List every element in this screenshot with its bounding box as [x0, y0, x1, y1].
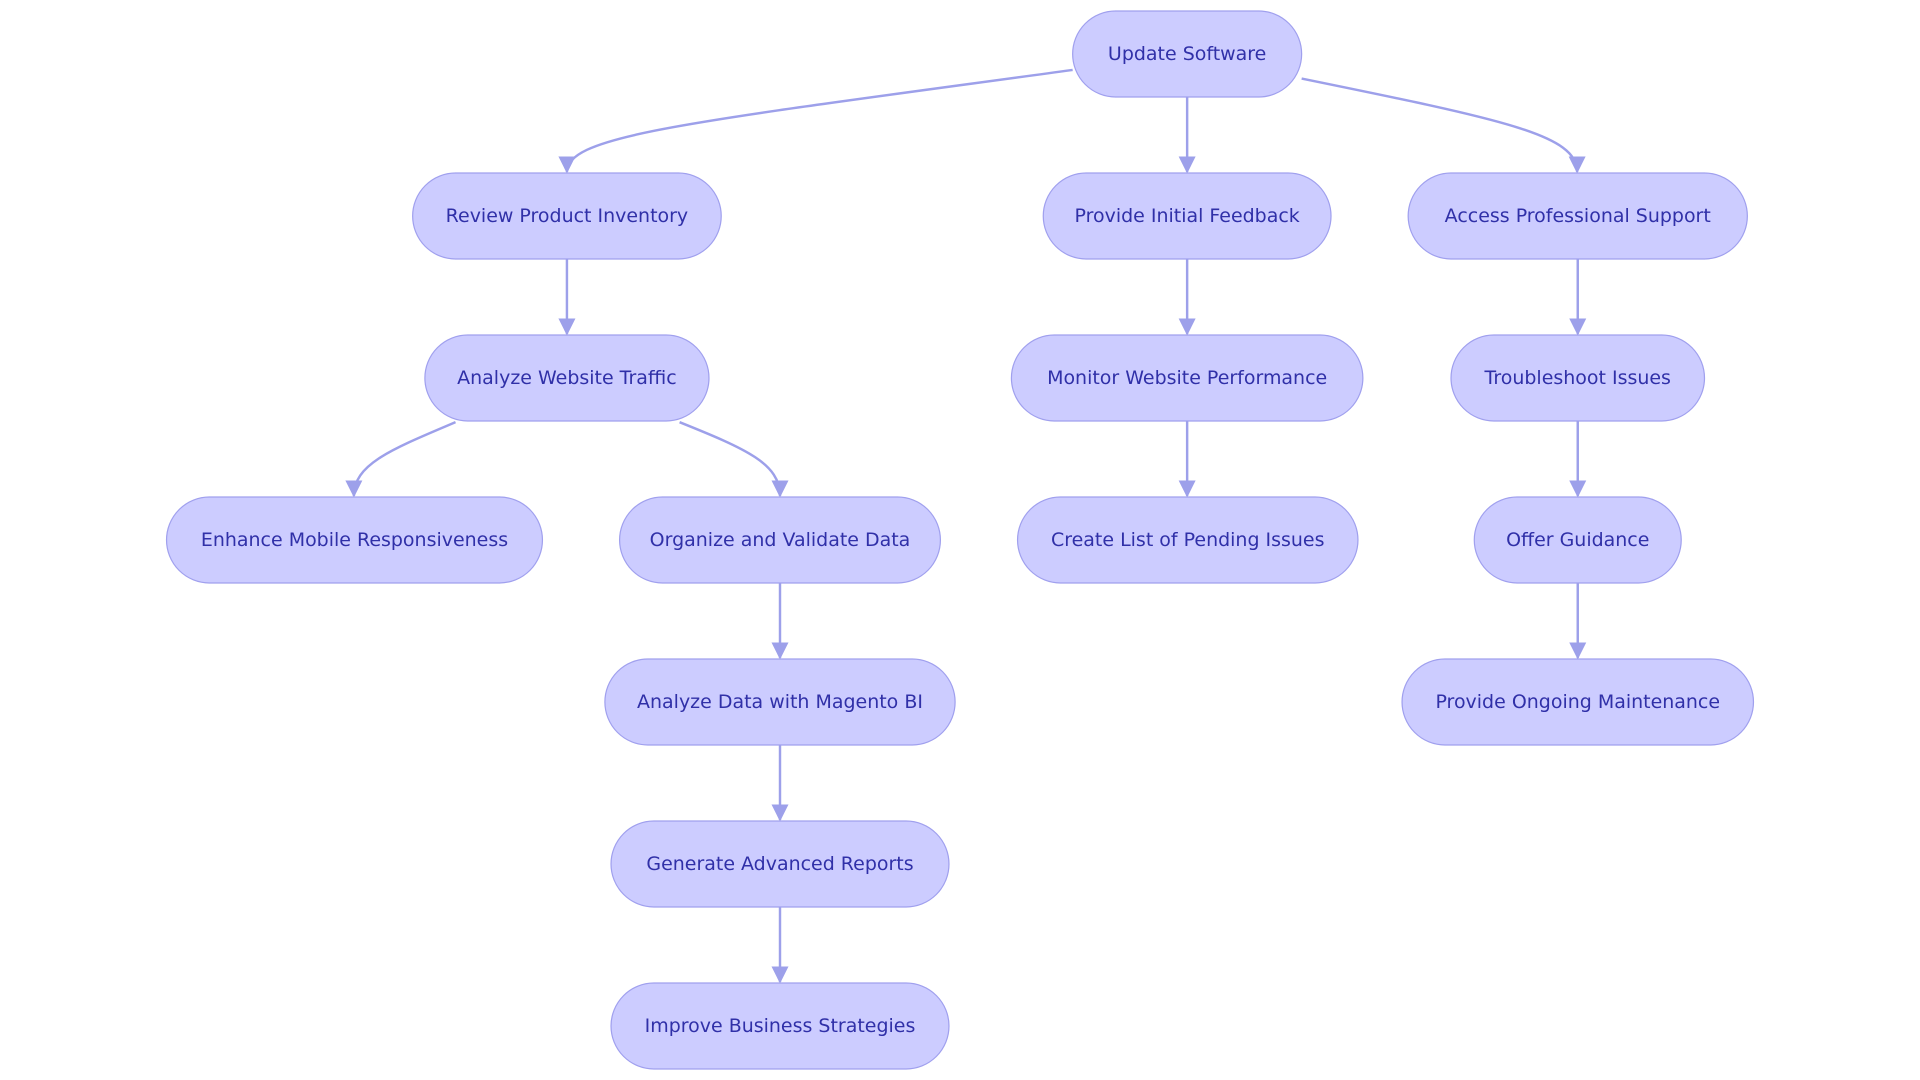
- node-feedback[interactable]: Provide Initial Feedback: [1042, 172, 1332, 260]
- node-review[interactable]: Review Product Inventory: [412, 172, 722, 260]
- node-label: Analyze Website Traffic: [457, 367, 677, 389]
- node-organize[interactable]: Organize and Validate Data: [618, 496, 942, 584]
- node-traffic[interactable]: Analyze Website Traffic: [424, 334, 710, 422]
- node-label: Offer Guidance: [1506, 529, 1649, 551]
- node-label: Generate Advanced Reports: [646, 853, 913, 875]
- node-update[interactable]: Update Software: [1072, 10, 1303, 98]
- node-label: Provide Ongoing Maintenance: [1435, 691, 1720, 713]
- node-guidance[interactable]: Offer Guidance: [1473, 496, 1682, 584]
- node-label: Review Product Inventory: [446, 205, 688, 227]
- node-label: Organize and Validate Data: [650, 529, 911, 551]
- edge-traffic-to-mobile: [345, 421, 456, 498]
- node-label: Analyze Data with Magento BI: [637, 691, 923, 713]
- node-label: Enhance Mobile Responsiveness: [201, 529, 508, 551]
- node-label: Provide Initial Feedback: [1074, 205, 1299, 227]
- node-label: Troubleshoot Issues: [1484, 367, 1671, 389]
- node-label: Update Software: [1108, 43, 1266, 65]
- node-label: Create List of Pending Issues: [1051, 529, 1325, 551]
- node-pending[interactable]: Create List of Pending Issues: [1016, 496, 1359, 584]
- edge-update-to-review: [558, 68, 1073, 174]
- node-label: Monitor Website Performance: [1047, 367, 1327, 389]
- node-support[interactable]: Access Professional Support: [1407, 172, 1748, 260]
- node-maintenance[interactable]: Provide Ongoing Maintenance: [1401, 658, 1755, 746]
- node-mobile[interactable]: Enhance Mobile Responsiveness: [165, 496, 544, 584]
- node-label: Access Professional Support: [1445, 205, 1711, 227]
- node-reports[interactable]: Generate Advanced Reports: [610, 820, 950, 908]
- edge-traffic-to-organize: [679, 421, 789, 498]
- node-monitor[interactable]: Monitor Website Performance: [1010, 334, 1364, 422]
- node-troubleshoot[interactable]: Troubleshoot Issues: [1450, 334, 1706, 422]
- flowchart: Update Software Review Product Inventory P…: [165, 10, 1755, 1070]
- node-strategies[interactable]: Improve Business Strategies: [610, 982, 950, 1070]
- edge-update-to-support: [1301, 77, 1586, 174]
- node-label: Improve Business Strategies: [645, 1015, 916, 1037]
- node-magento[interactable]: Analyze Data with Magento BI: [604, 658, 956, 746]
